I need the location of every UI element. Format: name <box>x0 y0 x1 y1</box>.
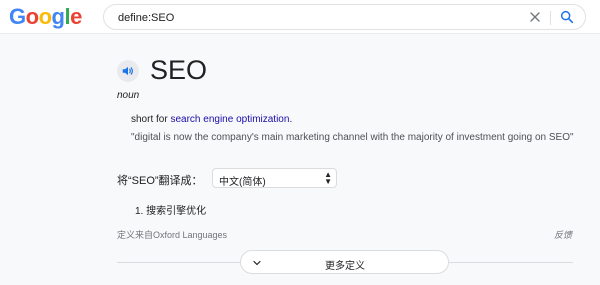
logo-letter: o <box>38 4 52 29</box>
language-select-value: 中文(简体) <box>219 177 266 188</box>
dictionary-card: SEO noun short for search engine optimiz… <box>0 34 600 285</box>
google-logo[interactable]: Google <box>9 4 82 30</box>
example-sentence: "digital is now the company's main marke… <box>131 132 574 143</box>
select-arrows-icon: ▲ ▼ <box>324 170 332 186</box>
search-divider <box>550 11 551 25</box>
pronounce-button[interactable] <box>117 60 139 82</box>
search-box <box>103 4 586 30</box>
translation-item: 1. 搜索引擎优化 <box>135 206 207 217</box>
language-select[interactable]: 中文(简体) ▲ ▼ <box>212 168 337 188</box>
chevron-down-icon <box>253 260 261 266</box>
logo-letter: g <box>51 4 65 29</box>
logo-letter: o <box>25 4 39 29</box>
source-attribution: 定义来自Oxford Languages <box>117 230 228 240</box>
headword: SEO <box>150 55 208 85</box>
search-input[interactable] <box>118 9 498 27</box>
definition-prefix: short for <box>131 114 171 125</box>
header-bar: Google <box>0 0 600 34</box>
speaker-icon <box>122 66 133 76</box>
definition: short for search engine optimization. <box>131 114 292 125</box>
close-icon[interactable] <box>527 9 543 25</box>
search-icon[interactable] <box>559 9 575 25</box>
definition-suffix: . <box>289 114 293 125</box>
logo-letter: G <box>9 4 26 29</box>
feedback-link[interactable]: 反馈 <box>554 228 572 241</box>
definition-link[interactable]: search engine optimization <box>170 114 289 125</box>
translate-label: 将“SEO”翻译成： <box>117 175 203 187</box>
more-definitions-label: 更多定义 <box>325 261 365 272</box>
part-of-speech: noun <box>117 90 140 101</box>
more-definitions-button[interactable]: 更多定义 <box>240 250 449 274</box>
logo-letter: e <box>70 4 82 29</box>
